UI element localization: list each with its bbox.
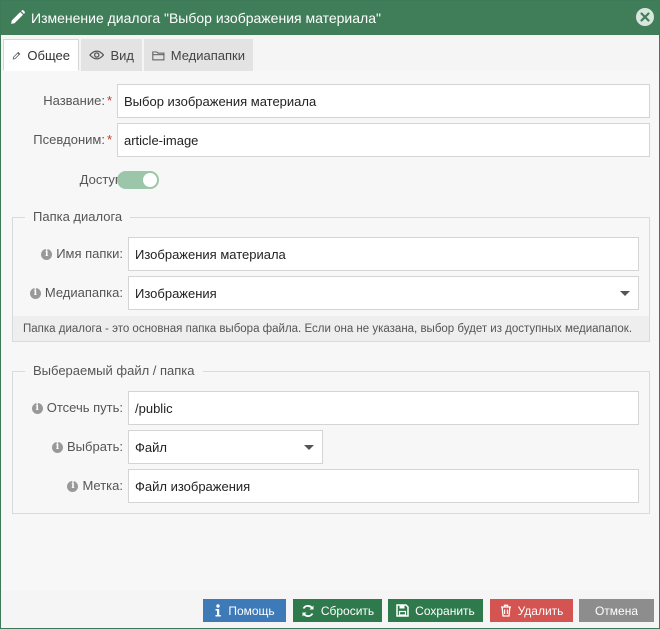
info-icon: i [67,481,79,493]
folder-name-label: i Имя папки: [21,246,123,261]
info-icon: i [41,249,53,261]
help-button[interactable]: Помощь [203,599,286,622]
dialog-folder-note: Папка диалога - это основная папка выбор… [13,316,649,341]
dialog-window: Изменение диалога "Выбор изображения мат… [0,0,660,629]
title-bar: Изменение диалога "Выбор изображения мат… [1,1,659,35]
cancel-button[interactable]: Отмена [579,599,654,622]
folder-name-input[interactable]: Изображения материала [128,237,639,271]
reset-button[interactable]: Сбросить [293,599,382,622]
button-bar: Помощь Сбросить Сохранить Удалить Отмена [1,591,659,628]
select-value: Файл [135,439,167,455]
tab-label: Общее [27,47,70,63]
tab-bar: Общее Вид Медиапапки [1,35,659,71]
tab-view[interactable]: Вид [81,39,142,71]
pencil-icon [11,10,25,24]
cut-path-input[interactable]: /public [128,391,639,425]
chevron-down-icon [620,291,630,296]
select-type-label: i Выбрать: [21,439,123,454]
trash-icon [500,604,511,617]
enabled-toggle[interactable] [117,171,159,189]
info-icon: i [52,442,64,454]
delete-button[interactable]: Удалить [490,599,573,622]
form-panel: Название: * Выбор изображения материала П… [1,71,659,591]
tab-general[interactable]: Общее [3,39,79,71]
alias-input[interactable]: article-image [117,123,650,157]
media-folder-label: i Медиапапка: [21,285,123,300]
name-input[interactable]: Выбор изображения материала [117,84,650,118]
chevron-down-icon [304,445,314,450]
floppy-disk-icon [396,604,409,617]
pencil-icon [12,51,21,60]
tag-input[interactable]: Файл изображения [128,469,639,503]
alias-label: Псевдоним: * [33,132,112,147]
select-type-dropdown[interactable]: Файл [128,430,323,464]
toggle-knob [143,173,157,187]
tab-label: Вид [110,47,134,63]
tab-media-folders[interactable]: Медиапапки [144,39,253,71]
folder-icon [152,50,165,60]
media-folder-select[interactable]: Изображения [128,276,639,310]
eye-icon [89,50,105,60]
save-button[interactable]: Сохранить [388,599,483,622]
tab-label: Медиапапки [170,47,245,63]
window-title: Изменение диалога "Выбор изображения мат… [31,10,381,26]
required-mark: * [106,132,112,147]
selected-legend: Выбераемый файл / папка [25,363,203,378]
select-value: Изображения [135,285,217,301]
close-button[interactable] [636,8,654,26]
info-icon: i [29,288,41,300]
refresh-icon [302,604,314,617]
close-icon [640,12,650,22]
info-icon [215,604,222,617]
info-icon: i [31,403,43,415]
required-mark: * [106,93,112,108]
dialog-folder-legend: Папка диалога [25,209,131,224]
cut-path-label: i Отсечь путь: [21,400,123,415]
name-label: Название: * [43,93,112,108]
tag-label: i Метка: [21,478,123,493]
